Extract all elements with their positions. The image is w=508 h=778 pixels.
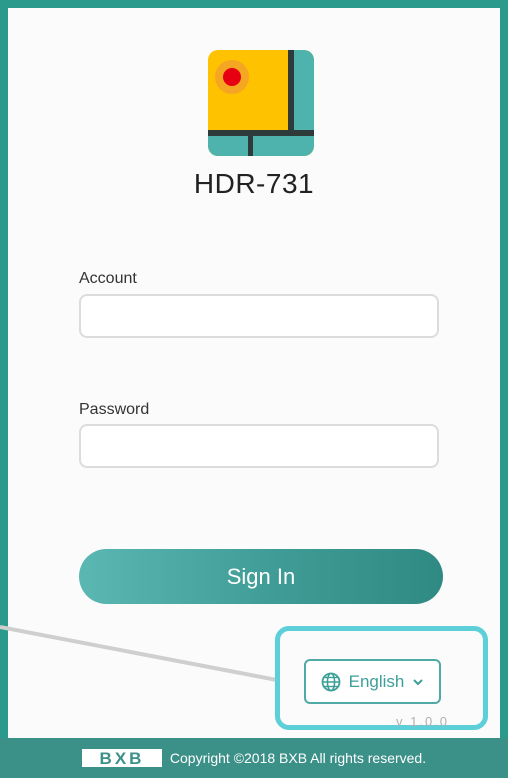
- password-input[interactable]: [79, 424, 439, 468]
- version-label: v 1.0.0: [396, 714, 450, 729]
- brand-logo: BXB: [81, 749, 162, 767]
- password-label: Password: [79, 401, 150, 418]
- app-logo: [208, 50, 314, 156]
- svg-text:BXB: BXB: [99, 749, 144, 767]
- app-title: HDR-731: [193, 168, 315, 199]
- globe-icon: [321, 672, 341, 692]
- copyright-text: Copyright ©2018 BXB All rights reserved.: [169, 750, 427, 766]
- sign-in-button[interactable]: Sign In: [79, 549, 443, 604]
- account-label: Account: [79, 270, 137, 287]
- language-select[interactable]: English: [304, 659, 441, 704]
- footer: BXB Copyright ©2018 BXB All rights reser…: [0, 738, 508, 778]
- chevron-down-icon: [412, 676, 424, 688]
- language-label: English: [348, 671, 405, 691]
- account-input[interactable]: [79, 294, 439, 338]
